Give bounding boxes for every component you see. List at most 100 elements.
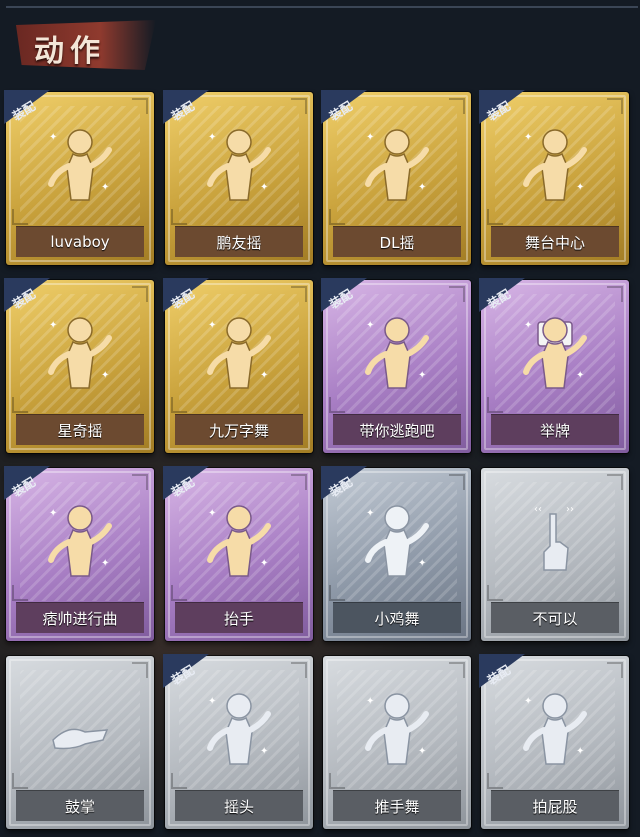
head-shake-icon: ✦ ✦ bbox=[204, 684, 274, 776]
card-ornament bbox=[171, 209, 187, 225]
svg-text:✦: ✦ bbox=[208, 508, 216, 519]
action-card[interactable]: ✦ ✦ DL摇 装配 bbox=[321, 90, 471, 265]
section-header: 动作 bbox=[6, 6, 638, 82]
action-card[interactable]: ω ✦ ✦ 举牌装配 bbox=[479, 278, 629, 453]
card-label: luvaboy bbox=[16, 226, 144, 257]
action-card[interactable]: ✦ ✦ 痞帅进行曲 装配 bbox=[4, 466, 154, 641]
finger-wag-icon: ‹‹ ›› bbox=[520, 496, 590, 588]
svg-text:✦: ✦ bbox=[208, 132, 216, 143]
page-title: 动作 bbox=[34, 34, 106, 69]
svg-text:✦: ✦ bbox=[418, 746, 426, 757]
dance-pose-icon: ✦ ✦ bbox=[45, 120, 115, 212]
dance-pose-icon: ✦ ✦ bbox=[45, 496, 115, 588]
svg-text:✦: ✦ bbox=[260, 746, 268, 757]
svg-text:✦: ✦ bbox=[576, 182, 584, 193]
action-grid: ✦ ✦ luvaboy 装配 ✦ ✦ 鹏友摇 装配 ✦ ✦ DL摇 装配 ✦ ✦ 舞台… bbox=[4, 90, 636, 832]
card-label: 鼓掌 bbox=[16, 790, 144, 821]
card-ornament bbox=[171, 773, 187, 789]
svg-text:✦: ✦ bbox=[260, 558, 268, 569]
svg-text:✦: ✦ bbox=[418, 182, 426, 193]
sign-holding-icon: ω ✦ ✦ bbox=[520, 308, 590, 400]
action-card[interactable]: ✦ ✦ 小鸡舞 装配 bbox=[321, 466, 471, 641]
svg-text:✦: ✦ bbox=[418, 370, 426, 381]
action-card[interactable]: ✦ ✦ 鹏友摇 装配 bbox=[163, 90, 313, 265]
svg-text:››: ›› bbox=[566, 504, 574, 515]
card-ornament bbox=[329, 773, 345, 789]
card-ornament bbox=[132, 286, 148, 302]
card-label: 举牌 bbox=[491, 414, 619, 445]
chicken-dance-icon: ✦ ✦ bbox=[362, 496, 432, 588]
svg-text:✦: ✦ bbox=[101, 558, 109, 569]
clap-icon bbox=[45, 684, 115, 776]
svg-text:✦: ✦ bbox=[49, 132, 57, 143]
card-label: 小鸡舞 bbox=[333, 602, 461, 633]
card-ornament bbox=[487, 585, 503, 601]
butt-slap-icon: ✦ ✦ bbox=[520, 684, 590, 776]
card-ornament bbox=[12, 773, 28, 789]
svg-text:‹‹: ‹‹ bbox=[534, 504, 542, 515]
card-ornament bbox=[449, 474, 465, 490]
svg-text:✦: ✦ bbox=[366, 696, 374, 707]
svg-text:✦: ✦ bbox=[101, 370, 109, 381]
card-label: 鹏友摇 bbox=[175, 226, 303, 257]
card-ornament bbox=[607, 662, 623, 678]
card-ornament bbox=[329, 397, 345, 413]
svg-text:✦: ✦ bbox=[260, 182, 268, 193]
card-label: 抬手 bbox=[175, 602, 303, 633]
card-label: 不可以 bbox=[491, 602, 619, 633]
dance-pose-icon: ✦ ✦ bbox=[362, 308, 432, 400]
card-ornament bbox=[449, 662, 465, 678]
svg-text:✦: ✦ bbox=[576, 746, 584, 757]
card-ornament bbox=[132, 98, 148, 114]
card-label: 九万字舞 bbox=[175, 414, 303, 445]
card-ornament bbox=[291, 98, 307, 114]
card-label: 痞帅进行曲 bbox=[16, 602, 144, 633]
card-ornament bbox=[607, 474, 623, 490]
action-card[interactable]: ✦ ✦ 九万字舞 装配 bbox=[163, 278, 313, 453]
svg-text:✦: ✦ bbox=[524, 320, 532, 331]
svg-text:✦: ✦ bbox=[260, 370, 268, 381]
action-card[interactable]: ✦ ✦ luvaboy 装配 bbox=[4, 90, 154, 265]
action-card[interactable]: ✦ ✦ 推手舞 bbox=[323, 656, 471, 829]
action-card[interactable]: ✦ ✦ 摇头 装配 bbox=[163, 654, 313, 829]
card-ornament bbox=[12, 209, 28, 225]
card-ornament bbox=[449, 286, 465, 302]
action-card[interactable]: ✦ ✦ 拍屁股 装配 bbox=[479, 654, 629, 829]
card-label: 星奇摇 bbox=[16, 414, 144, 445]
card-ornament bbox=[291, 662, 307, 678]
svg-text:✦: ✦ bbox=[524, 132, 532, 143]
dance-pose-icon: ✦ ✦ bbox=[204, 120, 274, 212]
card-ornament bbox=[487, 209, 503, 225]
card-ornament bbox=[607, 286, 623, 302]
svg-text:✦: ✦ bbox=[208, 696, 216, 707]
action-card[interactable]: ✦ ✦ 星奇摇 装配 bbox=[4, 278, 154, 453]
action-card[interactable]: 鼓掌 bbox=[6, 656, 154, 829]
card-ornament bbox=[329, 585, 345, 601]
action-card[interactable]: ‹‹ ›› 不可以 bbox=[481, 468, 629, 641]
card-ornament bbox=[487, 773, 503, 789]
svg-text:✦: ✦ bbox=[366, 132, 374, 143]
dance-pose-icon: ✦ ✦ bbox=[204, 308, 274, 400]
svg-text:✦: ✦ bbox=[366, 320, 374, 331]
action-card[interactable]: ✦ ✦ 带你逃跑吧 装配 bbox=[321, 278, 471, 453]
card-ornament bbox=[12, 585, 28, 601]
dance-pose-icon: ✦ ✦ bbox=[45, 308, 115, 400]
card-ornament bbox=[487, 397, 503, 413]
svg-text:✦: ✦ bbox=[524, 696, 532, 707]
svg-text:✦: ✦ bbox=[49, 508, 57, 519]
svg-text:✦: ✦ bbox=[576, 370, 584, 381]
action-card[interactable]: ✦ ✦ 抬手 装配 bbox=[163, 466, 313, 641]
raise-hand-icon: ✦ ✦ bbox=[204, 496, 274, 588]
card-ornament bbox=[171, 585, 187, 601]
card-label: 带你逃跑吧 bbox=[333, 414, 461, 445]
svg-text:✦: ✦ bbox=[49, 320, 57, 331]
card-label: DL摇 bbox=[333, 226, 461, 257]
card-ornament bbox=[171, 397, 187, 413]
svg-text:✦: ✦ bbox=[208, 320, 216, 331]
action-card[interactable]: ✦ ✦ 舞台中心 装配 bbox=[479, 90, 629, 265]
push-hand-dance-icon: ✦ ✦ bbox=[362, 684, 432, 776]
card-label: 推手舞 bbox=[333, 790, 461, 821]
card-label: 拍屁股 bbox=[491, 790, 619, 821]
card-ornament bbox=[12, 397, 28, 413]
card-ornament bbox=[291, 474, 307, 490]
